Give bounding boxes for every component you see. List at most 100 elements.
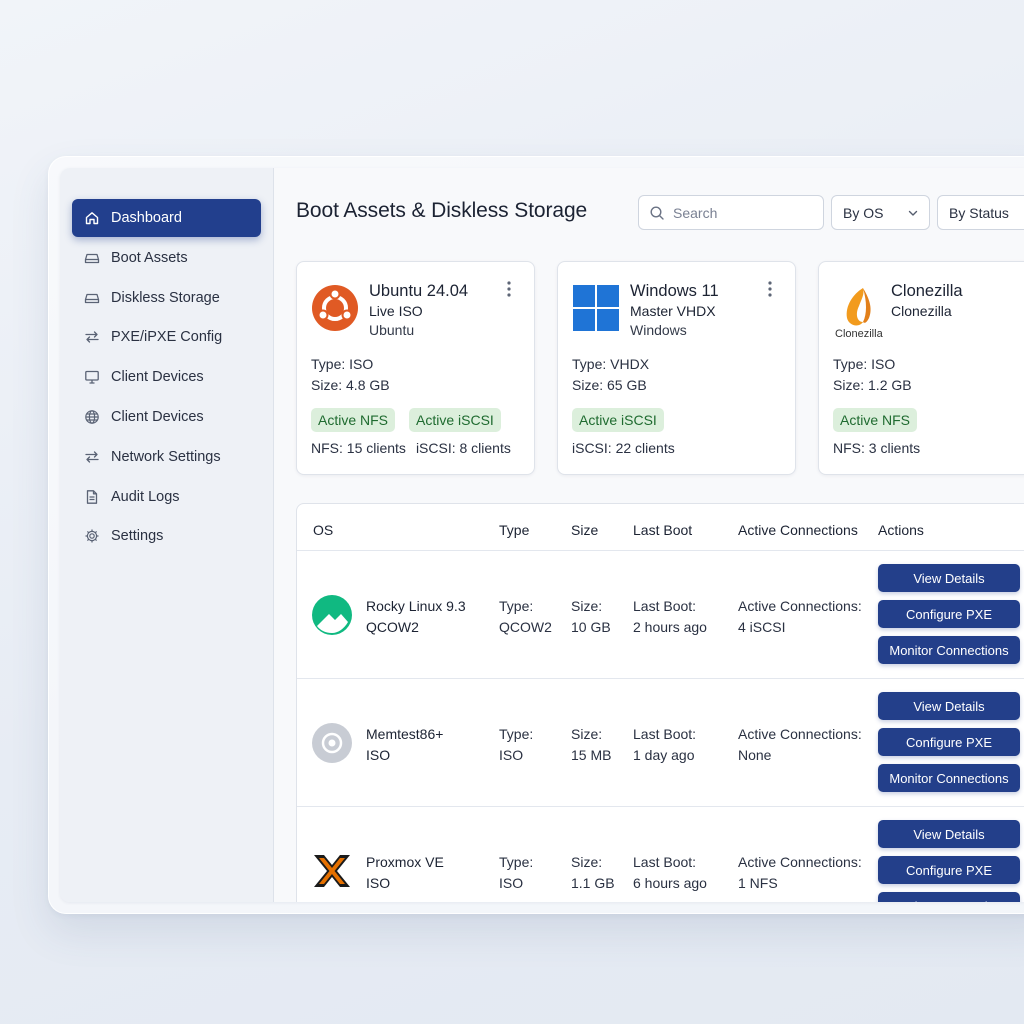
row-active-value: 1 NFS xyxy=(738,875,778,891)
home-icon xyxy=(84,210,100,226)
search-box[interactable] xyxy=(638,195,824,230)
row-type-value: ISO xyxy=(499,747,524,763)
sidebar-item-label: Network Settings xyxy=(111,448,221,465)
row-type-cell: Type: QCOW2 xyxy=(499,596,552,638)
row-active-cell: Active Connections: 4 iSCSI xyxy=(738,596,862,638)
monitor-icon xyxy=(84,369,100,385)
column-header-size[interactable]: Size xyxy=(571,522,598,538)
table-row[interactable]: Memtest86+ ISO Type: ISO Size: 15 MB Las… xyxy=(297,679,1024,807)
row-active-label: Active Connections: xyxy=(738,598,862,614)
sidebar-item-label: Client Devices xyxy=(111,408,204,425)
row-size-value: 15 MB xyxy=(571,747,612,763)
sidebar-item-label: Audit Logs xyxy=(111,488,180,505)
filter-by-os-select[interactable]: By OS xyxy=(831,195,930,230)
sidebar-item-client-devices-network[interactable]: Client Devices xyxy=(72,398,261,436)
monitor-connections-button[interactable]: Monitor Connections xyxy=(878,636,1020,664)
sidebar-item-pxe-config[interactable]: PXE/iPXE Config xyxy=(72,318,261,356)
client-count: iSCSI: 8 clients xyxy=(415,440,511,456)
column-header-last-boot[interactable]: Last Boot xyxy=(633,522,692,538)
row-os-cell: Memtest86+ ISO xyxy=(366,724,443,766)
card-badges: Active NFS xyxy=(833,408,918,432)
view-details-button[interactable]: View Details xyxy=(878,692,1020,720)
clonezilla-logo-icon xyxy=(846,288,871,326)
row-type-cell: Type: ISO xyxy=(499,852,533,894)
chevron-down-icon xyxy=(907,207,919,219)
row-os-name: Memtest86+ xyxy=(366,726,444,742)
row-last-boot-value: 6 hours ago xyxy=(633,875,707,891)
row-last-boot-cell: Last Boot: 6 hours ago xyxy=(633,852,707,894)
row-last-boot-label: Last Boot: xyxy=(633,598,697,614)
configure-pxe-button[interactable]: Configure PXE xyxy=(878,728,1020,756)
row-os-name: Rocky Linux 9.3 xyxy=(366,598,466,614)
kebab-menu-icon[interactable] xyxy=(506,280,512,298)
row-os-cell: Rocky Linux 9.3 QCOW2 xyxy=(366,596,466,638)
row-size-value: 1.1 GB xyxy=(571,875,615,891)
card-subtitle: Master VHDX xyxy=(630,303,716,319)
card-subtitle: Live ISO xyxy=(369,303,423,319)
table-row[interactable]: Rocky Linux 9.3 QCOW2 Type: QCOW2 Size: … xyxy=(297,551,1024,679)
drive-icon xyxy=(84,290,100,306)
row-last-boot-value: 2 hours ago xyxy=(633,619,707,635)
sidebar-item-diskless-storage[interactable]: Diskless Storage xyxy=(72,279,261,317)
sidebar-item-client-devices[interactable]: Client Devices xyxy=(72,358,261,396)
sidebar-item-network-settings[interactable]: Network Settings xyxy=(72,438,261,476)
swap-arrows-icon xyxy=(84,329,100,345)
search-input[interactable] xyxy=(673,204,813,221)
row-active-label: Active Connections: xyxy=(738,854,862,870)
row-active-cell: Active Connections: None xyxy=(738,724,862,766)
row-last-boot-cell: Last Boot: 1 day ago xyxy=(633,724,696,766)
row-size-label: Size: xyxy=(571,598,603,614)
table-row[interactable]: Proxmox VE ISO Type: ISO Size: 1.1 GB La… xyxy=(297,807,1024,902)
monitor-connections-button[interactable]: Monitor Connections xyxy=(878,892,1020,902)
asset-card-clonezilla[interactable]: Clonezilla Clonezilla Clonezilla Type: I… xyxy=(818,261,1024,475)
card-type: Type: ISO xyxy=(311,356,374,372)
windows-logo-icon xyxy=(573,285,619,331)
row-last-boot-label: Last Boot: xyxy=(633,726,697,742)
card-clients: NFS: 3 clients xyxy=(833,440,920,456)
configure-pxe-button[interactable]: Configure PXE xyxy=(878,856,1020,884)
row-active-label: Active Connections: xyxy=(738,726,862,742)
kebab-menu-icon[interactable] xyxy=(767,280,773,298)
row-os-name: Proxmox VE xyxy=(366,854,444,870)
gear-icon xyxy=(84,528,100,544)
row-size-cell: Size: 1.1 GB xyxy=(571,852,615,894)
sidebar-item-label: Client Devices xyxy=(111,369,204,386)
card-size: Size: 65 GB xyxy=(572,377,647,393)
row-os-cell: Proxmox VE ISO xyxy=(366,852,444,894)
column-header-os[interactable]: OS xyxy=(313,522,333,538)
client-count: NFS: 3 clients xyxy=(833,440,921,456)
card-badges: Active NFS Active iSCSI xyxy=(311,408,501,432)
filter-by-status-select[interactable]: By Status xyxy=(937,195,1024,230)
view-details-button[interactable]: View Details xyxy=(878,820,1020,848)
row-active-value: 4 iSCSI xyxy=(738,619,786,635)
sidebar-item-boot-assets[interactable]: Boot Assets xyxy=(72,239,261,277)
drive-icon xyxy=(84,250,100,266)
sidebar-item-settings[interactable]: Settings xyxy=(72,517,261,555)
card-title: Ubuntu 24.04 xyxy=(369,282,469,300)
column-header-active-connections[interactable]: Active Connections xyxy=(738,522,858,538)
search-icon xyxy=(649,205,665,221)
row-type-label: Type: xyxy=(499,854,534,870)
card-title: Windows 11 xyxy=(630,282,719,300)
row-actions: View Details Configure PXE Monitor Conne… xyxy=(878,692,1020,792)
configure-pxe-button[interactable]: Configure PXE xyxy=(878,600,1020,628)
card-os: Ubuntu xyxy=(369,322,415,338)
column-header-type[interactable]: Type xyxy=(499,522,529,538)
asset-card-windows[interactable]: Windows 11 Master VHDX Windows Type: VHD… xyxy=(557,261,796,475)
sidebar-item-dashboard[interactable]: Dashboard xyxy=(72,199,261,237)
assets-table: OS Type Size Last Boot Active Connection… xyxy=(296,503,1024,902)
filter-by-status-label: By Status xyxy=(949,204,1009,221)
status-badge: Active NFS xyxy=(311,408,396,432)
card-badges: Active iSCSI xyxy=(572,408,664,432)
row-type-value: QCOW2 xyxy=(499,619,552,635)
card-title: Clonezilla xyxy=(891,282,963,300)
swap-arrows-icon xyxy=(84,449,100,465)
client-count: NFS: 15 clients xyxy=(311,440,406,456)
asset-card-ubuntu[interactable]: Ubuntu 24.04 Live ISO Ubuntu Type: ISO S… xyxy=(296,261,535,475)
view-details-button[interactable]: View Details xyxy=(878,564,1020,592)
card-clients: NFS: 15 clients iSCSI: 8 clients xyxy=(311,440,511,456)
monitor-connections-button[interactable]: Monitor Connections xyxy=(878,764,1020,792)
status-badge: Active iSCSI xyxy=(572,408,664,432)
row-os-format: QCOW2 xyxy=(366,619,419,635)
sidebar-item-audit-logs[interactable]: Audit Logs xyxy=(72,478,261,516)
